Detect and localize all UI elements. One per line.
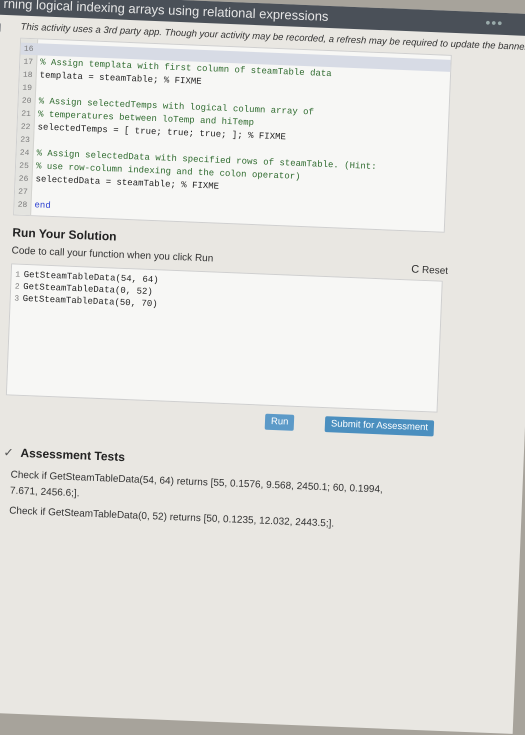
reset-label: Reset (421, 264, 449, 277)
assessment-header[interactable]: ✓ Assessment Tests (3, 445, 125, 464)
line-number: 20 (21, 96, 32, 107)
reset-icon: C (410, 263, 420, 276)
screen: rning logical indexing arrays using rela… (0, 0, 525, 734)
more-options-icon[interactable]: ••• (485, 14, 503, 31)
chevron-down-icon: ✓ (3, 445, 14, 460)
submit-button[interactable]: Submit for Assessment (324, 416, 435, 437)
line-number: 27 (18, 187, 28, 197)
line-number: 18 (22, 70, 33, 81)
line-number: 25 (19, 161, 30, 172)
side-panel-icon[interactable] (0, 22, 1, 33)
code-editor[interactable]: 16 17% Assign templata with first column … (13, 37, 452, 233)
reset-button[interactable]: C Reset (411, 263, 448, 276)
assessment-check-2: Check if GetSteamTableData(0, 52) return… (8, 505, 335, 530)
code-text: end (34, 200, 51, 211)
line-number: 26 (18, 174, 29, 185)
run-solution-title: Run Your Solution (12, 225, 117, 244)
run-solution-subtitle: Code to call your function when you clic… (11, 245, 214, 265)
line-number: 23 (20, 135, 31, 146)
line-number: 19 (22, 83, 33, 94)
line-number: 3 (14, 294, 20, 304)
page-title: rning logical indexing arrays using rela… (3, 0, 329, 24)
line-number: 17 (23, 57, 34, 68)
assessment-title: Assessment Tests (20, 445, 126, 465)
line-number: 22 (20, 122, 31, 133)
line-number: 16 (23, 44, 34, 55)
call-code-editor[interactable]: 1 GetSteamTableData(54, 64) 2 GetSteamTable… (5, 263, 443, 413)
run-button[interactable]: Run (264, 413, 295, 431)
line-number: 24 (19, 148, 30, 159)
line-number: 21 (21, 109, 32, 120)
assessment-check-1-cont: 7.671, 2456.6;]. (9, 485, 80, 500)
line-number: 28 (17, 200, 28, 210)
